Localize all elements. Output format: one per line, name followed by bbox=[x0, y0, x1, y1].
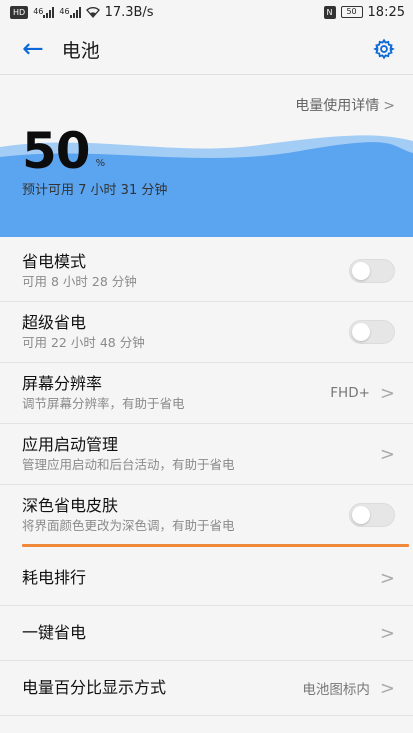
app-launch-row[interactable]: 应用启动管理 管理应用启动和后台活动，有助于省电 > bbox=[0, 424, 413, 485]
highlight-underline bbox=[22, 544, 409, 547]
battery-level-panel: 50 % 预计可用 7 小时 31 分钟 bbox=[0, 121, 413, 237]
chevron-right-icon: > bbox=[379, 622, 395, 644]
ultra-power-saving-toggle[interactable] bbox=[349, 320, 395, 344]
remaining-time: 预计可用 7 小时 31 分钟 bbox=[22, 183, 168, 198]
row-title: 超级省电 bbox=[22, 313, 87, 332]
wifi-icon bbox=[85, 6, 100, 18]
page-title: 电池 bbox=[61, 39, 100, 62]
chevron-right-icon: > bbox=[379, 443, 395, 465]
signal-icon: 46 bbox=[33, 6, 55, 18]
battery-percent-value: 50 bbox=[22, 122, 91, 180]
dark-theme-row[interactable]: 深色省电皮肤 将界面颜色更改为深色调，有助于省电 bbox=[0, 485, 413, 547]
ultra-power-saving-row[interactable]: 超级省电 可用 22 小时 48 分钟 bbox=[0, 302, 413, 363]
battery-percentage-display-row[interactable]: 电量百分比显示方式 电池图标内 > bbox=[0, 661, 413, 716]
network-speed: 17.3B/s bbox=[104, 4, 154, 20]
power-saving-mode-row[interactable]: 省电模式 可用 8 小时 28 分钟 bbox=[0, 241, 413, 302]
chevron-right-icon: > bbox=[379, 382, 395, 404]
usage-details-label: 电量使用详情 bbox=[295, 98, 380, 114]
one-tap-optimize-row[interactable]: 一键省电 > bbox=[0, 606, 413, 661]
row-title: 深色省电皮肤 bbox=[22, 496, 119, 515]
row-title: 省电模式 bbox=[22, 252, 87, 271]
clock: 18:25 bbox=[367, 4, 405, 20]
gear-icon[interactable] bbox=[373, 38, 395, 60]
chevron-right-icon: > bbox=[383, 98, 395, 114]
row-subtitle: 将界面颜色更改为深色调，有助于省电 bbox=[22, 518, 235, 533]
screen-resolution-row[interactable]: 屏幕分辨率 调节屏幕分辨率，有助于省电 FHD+ > bbox=[0, 363, 413, 424]
signal-icon-2: 46 bbox=[59, 6, 81, 18]
row-subtitle: 管理应用启动和后台活动，有助于省电 bbox=[22, 457, 235, 472]
usage-details-link[interactable]: 电量使用详情 > bbox=[0, 75, 413, 121]
power-ranking-row[interactable]: 耗电排行 > bbox=[0, 551, 413, 606]
chevron-right-icon: > bbox=[379, 677, 395, 699]
battery-icon: 50 bbox=[340, 6, 363, 18]
back-arrow-icon[interactable]: ← bbox=[22, 36, 44, 62]
row-subtitle: 调节屏幕分辨率，有助于省电 bbox=[22, 396, 185, 411]
chevron-right-icon: > bbox=[379, 567, 395, 589]
row-title: 应用启动管理 bbox=[22, 435, 119, 454]
nfc-icon: N bbox=[323, 5, 336, 19]
battery-percent: 50 % bbox=[22, 123, 105, 179]
row-title: 电量百分比显示方式 bbox=[22, 678, 167, 697]
display-mode-value: 电池图标内 bbox=[302, 682, 370, 698]
status-bar: HD 46 46 17.3B/s N 50 18:25 bbox=[0, 0, 413, 24]
row-title: 一键省电 bbox=[22, 623, 87, 642]
row-subtitle: 可用 22 小时 48 分钟 bbox=[22, 335, 145, 350]
settings-list: 省电模式 可用 8 小时 28 分钟 超级省电 可用 22 小时 48 分钟 屏… bbox=[0, 241, 413, 716]
resolution-value: FHD+ bbox=[330, 385, 370, 401]
dark-theme-toggle[interactable] bbox=[349, 503, 395, 527]
hd-icon: HD bbox=[10, 5, 29, 19]
row-title: 屏幕分辨率 bbox=[22, 374, 103, 393]
row-subtitle: 可用 8 小时 28 分钟 bbox=[22, 274, 137, 289]
power-saving-toggle[interactable] bbox=[349, 259, 395, 283]
app-header: ← 电池 bbox=[0, 24, 413, 74]
percent-sign: % bbox=[95, 158, 106, 169]
row-title: 耗电排行 bbox=[22, 568, 87, 587]
